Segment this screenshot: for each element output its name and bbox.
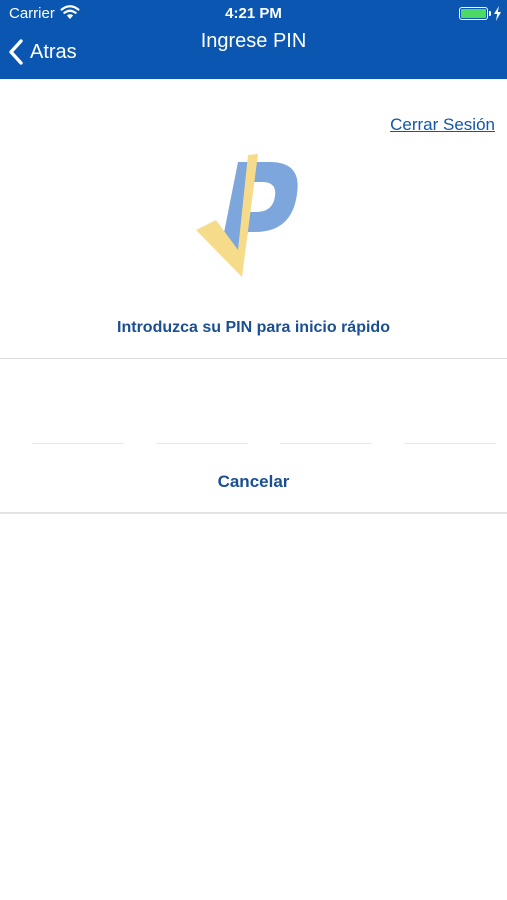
- cancel-button[interactable]: Cancelar: [0, 472, 507, 492]
- battery-icon: [459, 7, 488, 20]
- pin-digit-field[interactable]: [280, 443, 372, 444]
- status-bar: Carrier 4:21 PM: [0, 0, 507, 28]
- logout-link[interactable]: Cerrar Sesión: [390, 115, 495, 135]
- pin-digit-field[interactable]: [156, 443, 248, 444]
- pin-prompt: Introduzca su PIN para inicio rápido: [117, 319, 390, 336]
- app-logo: [196, 154, 298, 277]
- battery-cap: [489, 11, 491, 16]
- status-time: 4:21 PM: [225, 5, 282, 22]
- bolt-icon: [494, 6, 501, 21]
- divider: [0, 358, 507, 359]
- pin-digit-field[interactable]: [32, 443, 124, 444]
- navigation-bar: Atras Ingrese PIN: [0, 28, 507, 79]
- pin-digit-field[interactable]: [404, 443, 496, 444]
- divider: [0, 512, 507, 514]
- battery-level: [461, 9, 486, 18]
- top-bar: Carrier 4:21 PM Atras Ingrese PIN: [0, 0, 507, 79]
- page-title: Ingrese PIN: [200, 30, 307, 52]
